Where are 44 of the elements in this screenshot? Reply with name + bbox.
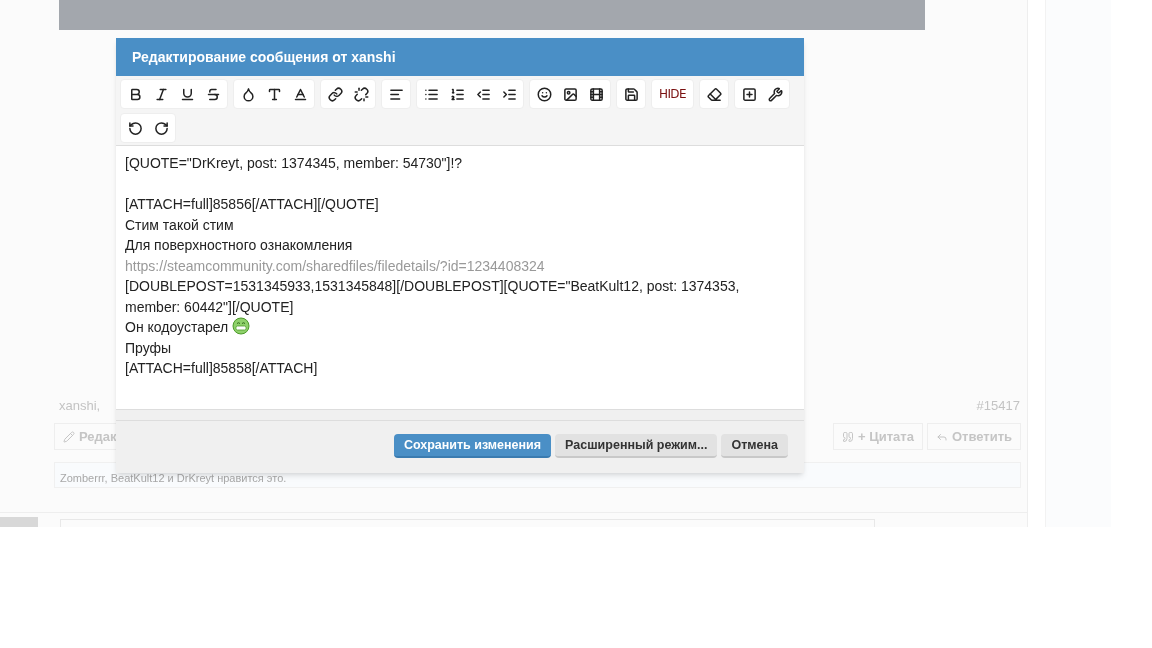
italic-icon [153, 86, 169, 102]
underline-icon [179, 86, 195, 102]
dialog-button[interactable]: Расширенный режим... [555, 434, 718, 458]
plus-square-icon [741, 86, 757, 102]
bullet-list-icon [423, 86, 439, 102]
wrench-icon [767, 86, 783, 102]
redo-icon [153, 120, 169, 136]
text-size-icon [266, 86, 282, 102]
url-text: https://steamcommunity.com/sharedfiles/filedetails/?id=1234408324 [125, 257, 545, 274]
post-number: #15417 [976, 396, 1020, 415]
grin-emoji-icon [232, 317, 251, 335]
editor-line: Для поверхностного ознакомления [125, 237, 353, 253]
editor-line: Он кодоустарел [125, 319, 229, 335]
film-icon [588, 86, 604, 102]
unlink-icon [353, 86, 369, 102]
strikethrough-icon [205, 86, 221, 102]
link-icon [327, 86, 343, 102]
save-button[interactable]: Сохранить изменения [393, 434, 552, 458]
post-author-date: xanshi, [59, 396, 101, 415]
editor-line: Пруфы [125, 339, 172, 356]
editor-line: Стим такой стим [125, 216, 234, 233]
editor-line: [DOUBLEPOST=1531345933,1531345848][/DOUBLEPOST][QUOTE="BeatKult12, post: 1374353, member: 60442"][/QUOTE] [125, 278, 740, 315]
pencil-icon [63, 430, 75, 443]
align-left-icon [388, 86, 404, 102]
indent-icon [501, 86, 517, 102]
dialog-button[interactable]: Отмена [721, 434, 788, 458]
avatar-placeholder [0, 517, 38, 527]
eraser-icon [706, 86, 722, 102]
smiley-icon [536, 86, 552, 102]
image-icon [562, 86, 578, 102]
hide-button[interactable]: HIDE [653, 80, 692, 108]
message-textarea[interactable] [116, 146, 804, 410]
editor-line: [QUOTE="DrKreyt, post: 1374345, member: 54730"]!? [125, 155, 463, 171]
droplet-icon [240, 86, 256, 102]
likes-summary: Zomberrr, BeatKult12 и DrKreyt нравится это. [60, 470, 287, 486]
outdent-icon [475, 86, 491, 102]
editor-line: [ATTACH=full]85858[/ATTACH] [125, 360, 318, 376]
undo-icon [127, 120, 143, 136]
dialog-title: Редактирование сообщения от xanshi [132, 47, 396, 67]
save-icon [623, 86, 639, 102]
font-icon [292, 86, 308, 102]
numbered-list-icon [449, 86, 465, 102]
quote-icon [842, 430, 855, 443]
editor-line: [ATTACH=full]85856[/ATTACH][/QUOTE] [125, 196, 379, 212]
